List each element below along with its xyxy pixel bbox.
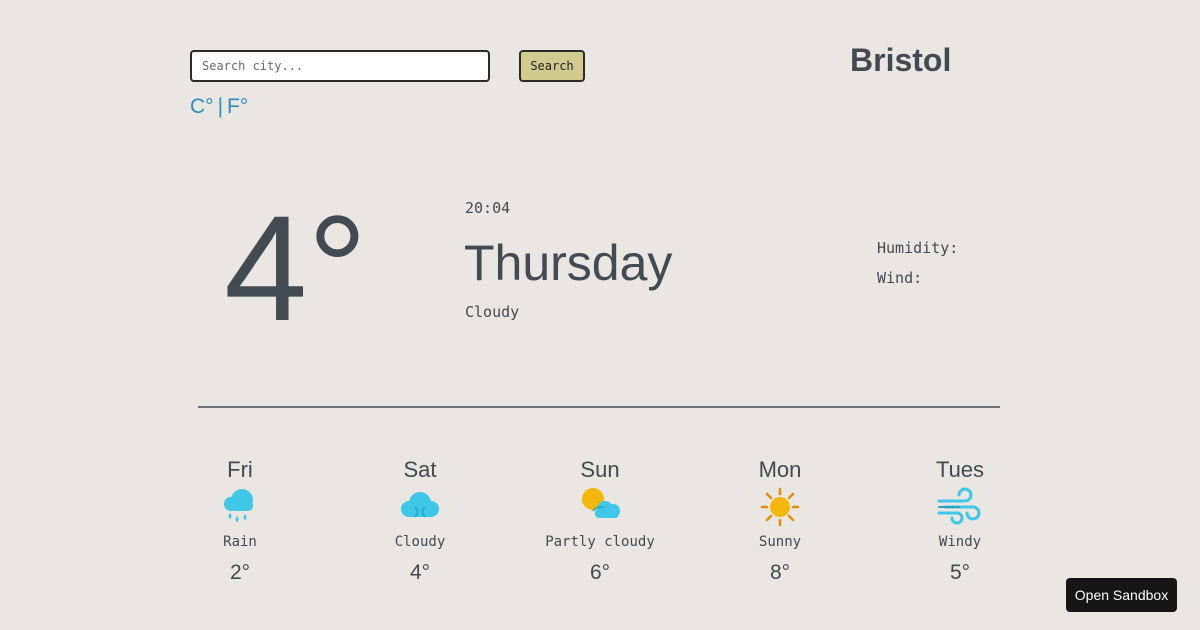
forecast-day: Fri Rain 2° xyxy=(170,455,310,585)
forecast-temperature: 8° xyxy=(769,561,791,584)
forecast-day-name: Sat xyxy=(403,457,437,482)
rain-icon xyxy=(224,489,253,522)
cloudy-icon xyxy=(401,492,439,518)
forecast-temperature: 5° xyxy=(949,561,971,584)
forecast-condition: Sunny xyxy=(758,534,802,550)
open-sandbox-button[interactable]: Open Sandbox xyxy=(1066,578,1177,612)
windy-icon xyxy=(937,487,981,525)
city-name: Bristol xyxy=(850,42,952,78)
current-temperature: 4° xyxy=(224,184,368,352)
forecast-condition: Cloudy xyxy=(394,534,446,550)
search-button[interactable]: Search xyxy=(519,50,585,82)
divider xyxy=(198,406,1000,408)
wind-label: Wind: xyxy=(877,269,923,287)
current-day: Thursday xyxy=(464,235,673,291)
sunny-icon xyxy=(760,487,800,527)
forecast-day: Sat Cloudy 4° xyxy=(350,455,490,585)
unit-separator: | xyxy=(217,95,224,118)
forecast-temperature: 2° xyxy=(229,561,251,584)
current-condition: Cloudy xyxy=(465,303,520,321)
forecast-condition: Partly cloudy xyxy=(545,534,655,550)
humidity-label: Humidity: xyxy=(877,239,959,257)
forecast-day-name: Mon xyxy=(758,457,802,482)
unit-toggle: C° | F° xyxy=(190,95,248,119)
forecast-condition: Rain xyxy=(223,534,257,550)
forecast-condition: Windy xyxy=(938,534,982,550)
celsius-toggle[interactable]: C° xyxy=(190,95,214,119)
forecast-day-name: Tues xyxy=(935,457,985,482)
forecast-temperature: 6° xyxy=(589,561,611,584)
search-input[interactable] xyxy=(190,50,490,82)
current-time: 20:04 xyxy=(465,199,511,217)
forecast-day-name: Sun xyxy=(580,457,620,482)
fahrenheit-toggle[interactable]: F° xyxy=(227,95,248,119)
forecast-day-name: Fri xyxy=(227,457,253,482)
partly-cloudy-icon xyxy=(582,488,620,518)
forecast-temperature: 4° xyxy=(409,561,431,584)
forecast-day: Mon Sunny 8° xyxy=(710,455,850,585)
forecast-day: Sun Partly cloudy 6° xyxy=(530,455,670,585)
forecast-day: Tues Windy 5° xyxy=(890,455,1030,585)
